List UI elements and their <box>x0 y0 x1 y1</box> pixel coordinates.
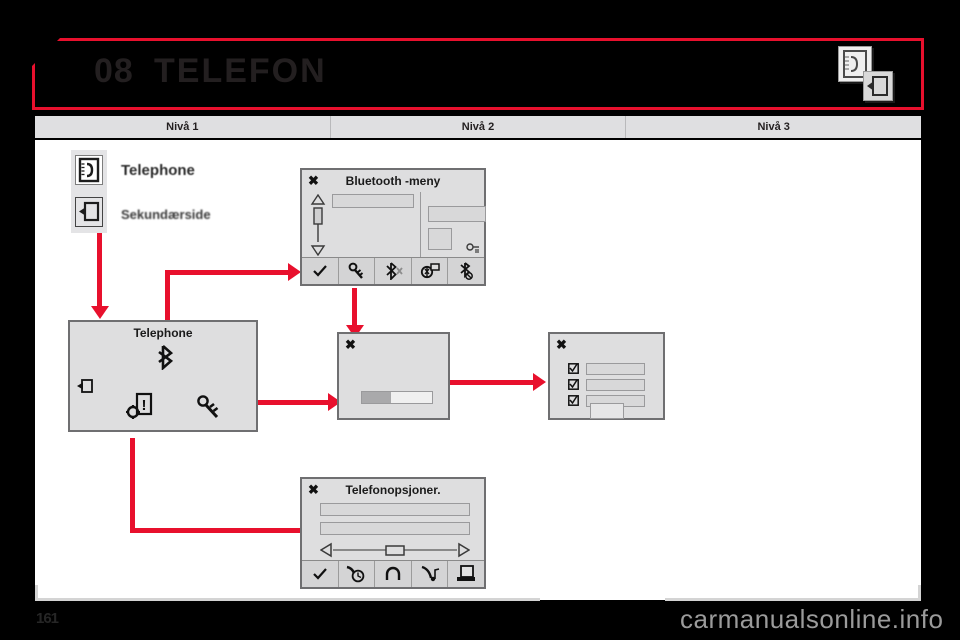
legend-secondary-label: Sekundærside <box>121 207 211 222</box>
check-icon[interactable] <box>302 258 339 284</box>
footer-rule-tick-right <box>918 585 921 601</box>
chapter-header: 08 TELEFON <box>32 38 924 110</box>
scrollbar[interactable] <box>310 194 326 256</box>
progress-bar-fill <box>362 392 392 403</box>
arrow-home-to-opts-vert <box>130 438 135 533</box>
footer-rule-left <box>35 598 540 601</box>
checked-box-icon <box>568 379 579 391</box>
key-search-icon[interactable] <box>339 258 376 284</box>
option-field-2[interactable] <box>320 522 470 535</box>
legend-block <box>71 150 107 233</box>
bt-detail-field-2[interactable] <box>428 228 452 250</box>
bluetooth-icon[interactable] <box>156 344 176 370</box>
arrow-progress-to-list <box>450 380 535 385</box>
page-title: TELEFON <box>154 52 327 90</box>
headset-icon[interactable] <box>375 561 412 587</box>
arrow-bt-to-progress <box>352 288 357 328</box>
level-column-3: Nivå 3 <box>757 121 790 133</box>
enter-arrow-icon[interactable] <box>76 378 94 394</box>
bluetooth-menu-toolbar[interactable] <box>302 257 484 284</box>
checked-box-icon <box>568 395 579 407</box>
option-slider[interactable] <box>320 542 470 558</box>
level-column-2: Nivå 2 <box>331 116 627 138</box>
enter-arrow-icon <box>863 71 893 101</box>
legend-primary-label: Telephone <box>121 162 195 179</box>
option-field-1[interactable] <box>320 503 470 516</box>
phone-options-toolbar[interactable] <box>302 560 484 587</box>
close-x-icon[interactable]: ✖ <box>556 338 567 351</box>
level-header-row: Nivå 1 Nivå 2 Nivå 3 <box>35 116 921 138</box>
panel-bluetooth-menu[interactable]: ✖ Bluetooth -meny <box>300 168 486 286</box>
phone-music-icon[interactable] <box>412 561 449 587</box>
triangle-left-icon <box>320 542 332 558</box>
panel-phone-options-title: Telefonopsjoner. <box>345 483 441 497</box>
phone-clock-icon[interactable] <box>339 561 376 587</box>
panel-telephone-home[interactable]: Telephone ! <box>68 320 258 432</box>
svg-text:!: ! <box>142 397 147 414</box>
bluetooth-cancel-icon[interactable] <box>448 258 484 284</box>
bt-list-field[interactable] <box>332 194 414 208</box>
triangle-up-icon <box>310 194 326 205</box>
checked-box-icon <box>568 363 579 375</box>
key-search-icon[interactable] <box>195 394 221 420</box>
pairing-field[interactable] <box>586 362 646 375</box>
bt-detail-field-1[interactable] <box>428 206 486 222</box>
legend-secondary-icon <box>75 197 103 227</box>
triangle-down-icon <box>310 245 326 256</box>
panel-divider <box>420 192 421 258</box>
bluetooth-card-icon[interactable] <box>412 258 449 284</box>
pairing-ok-button[interactable] <box>590 403 624 419</box>
footer-rule-right <box>665 598 921 601</box>
legend-telephone-icon <box>75 155 103 185</box>
panel-pairing-list[interactable]: ✖ <box>548 332 665 420</box>
level-column-1: Nivå 1 <box>35 116 331 138</box>
panel-progress[interactable]: ✖ <box>337 332 450 420</box>
chapter-number: 08 <box>94 52 134 90</box>
computer-icon[interactable] <box>448 561 484 587</box>
panel-telephone-home-title: Telephone <box>133 326 193 340</box>
arrow-progress-to-list-head <box>533 373 546 391</box>
flowchart-canvas: Telephone Sekundærside ✖ Bluetooth -meny <box>35 140 921 600</box>
arrow-legend-to-home-head <box>91 306 109 319</box>
triangle-right-icon <box>458 542 470 558</box>
progress-bar-track <box>361 391 433 404</box>
panel-phone-options[interactable]: ✖ Telefonopsjoner. <box>300 477 486 589</box>
header-icon-group <box>838 46 902 104</box>
page-number: 161 <box>36 610 59 627</box>
close-x-icon[interactable]: ✖ <box>345 338 356 351</box>
manual-page: 08 TELEFON Nivå 1 Nivå 2 Nivå 3 Telephon… <box>0 0 960 640</box>
watermark: carmanualsonline.info <box>680 604 944 634</box>
gear-phone-icon[interactable]: ! <box>125 392 155 422</box>
arrow-legend-to-home <box>97 233 102 308</box>
pairing-field[interactable] <box>586 378 646 391</box>
arrow-home-to-opts-horz <box>130 528 305 533</box>
arrow-home-to-bt-horz <box>165 270 290 275</box>
panel-bluetooth-menu-title: Bluetooth -meny <box>345 174 441 188</box>
check-icon[interactable] <box>302 561 339 587</box>
key-search-small-icon <box>466 242 480 254</box>
bluetooth-off-icon[interactable] <box>375 258 412 284</box>
